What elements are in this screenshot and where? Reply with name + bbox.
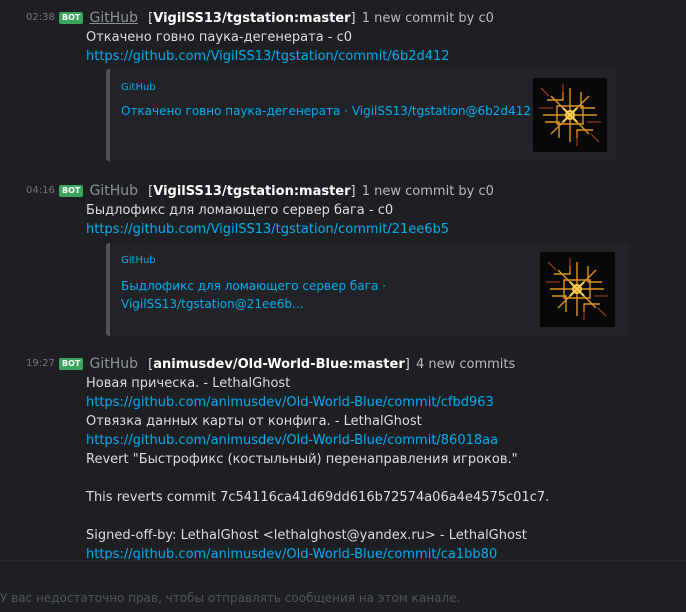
commit-message: Signed-off-by: LethalGhost <lethalghost@… [86,528,527,543]
commit-link[interactable]: https://github.com/VigilSS13/tgstation/c… [86,47,450,66]
message-header: BOT GitHub [animusdev/Old-World-Blue:mas… [59,355,515,374]
repo-ref: [VigilSS13/tgstation:master] [148,11,356,26]
repo-name: VigilSS13/tgstation:master [153,11,351,26]
message-timestamp: 02:38 [26,12,55,23]
message-list[interactable]: 02:38 BOT GitHub [VigilSS13/tgstation:ma… [0,0,686,562]
commit-link[interactable]: https://github.com/animusdev/Old-World-B… [86,431,498,450]
commit-message: Быдлофикс для ломающего сервер бага - c0 [86,203,394,218]
commit-message: Новая прическа. - LethalGhost [86,376,291,391]
commit-link[interactable]: https://github.com/VigilSS13/tgstation/c… [86,220,449,239]
message-input-area: У вас недостаточно прав, чтобы отправлят… [0,560,686,612]
message-header: BOT GitHub [VigilSS13/tgstation:master] … [59,9,494,28]
embed-title-line-1[interactable]: Быдлофикс для ломающего сервер бага · [121,278,386,295]
message: 04:16 BOT GitHub [VigilSS13/tgstation:ma… [0,182,686,342]
message: 19:27 BOT GitHub [animusdev/Old-World-Bl… [0,355,686,562]
message-timestamp: 04:16 [26,185,55,196]
bot-badge: BOT [59,12,84,24]
embed-provider[interactable]: GitHub [121,82,156,93]
message: 02:38 BOT GitHub [VigilSS13/tgstation:ma… [0,9,686,169]
embed-title[interactable]: Откачено говно паука-дегенерата · VigilS… [121,103,531,120]
bot-badge: BOT [59,358,84,370]
commit-link[interactable]: https://github.com/animusdev/Old-World-B… [86,393,494,412]
link-embed: GitHub Быдлофикс для ломающего сервер ба… [106,243,629,336]
no-permission-notice: У вас недостаточно прав, чтобы отправлят… [0,591,461,605]
link-embed: GitHub Откачено говно паука-дегенерата ·… [106,69,617,161]
commit-message: Revert "Быстрофикс (костыльный) перенапр… [86,452,518,467]
repo-ref: [animusdev/Old-World-Blue:master] [148,357,410,372]
github-thumbnail-icon[interactable] [540,252,615,327]
bot-badge: BOT [59,185,84,197]
commit-summary: 1 new commit by c0 [361,184,494,199]
embed-title-line-2[interactable]: VigilSS13/tgstation@21ee6b... [121,296,303,313]
message-header: BOT GitHub [VigilSS13/tgstation:master] … [59,182,494,201]
author-name[interactable]: GitHub [90,10,139,26]
repo-name: animusdev/Old-World-Blue:master [153,357,405,372]
author-name[interactable]: GitHub [90,356,139,372]
repo-ref: [VigilSS13/tgstation:master] [148,184,356,199]
commit-message: This reverts commit 7c54116ca41d69dd616b… [86,490,550,505]
github-thumbnail-icon[interactable] [533,78,607,152]
commit-message: Отвязка данных карты от конфига. - Letha… [86,414,422,429]
repo-name: VigilSS13/tgstation:master [153,184,351,199]
embed-provider[interactable]: GitHub [121,255,156,266]
commit-summary: 4 new commits [415,357,516,372]
commit-message: Откачено говно паука-дегенерата - c0 [86,30,353,45]
message-timestamp: 19:27 [26,358,55,369]
author-name[interactable]: GitHub [90,183,139,199]
commit-summary: 1 new commit by c0 [361,11,494,26]
